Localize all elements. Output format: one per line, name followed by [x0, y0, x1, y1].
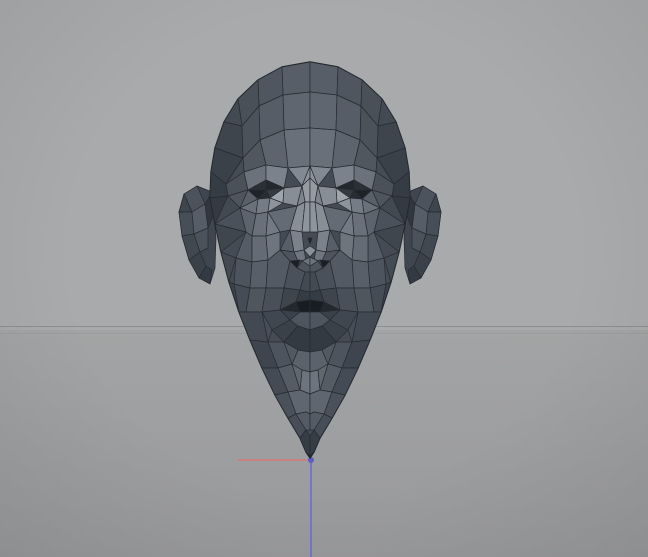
head-mesh[interactable] [0, 0, 648, 557]
viewport-3d[interactable] [0, 0, 648, 557]
